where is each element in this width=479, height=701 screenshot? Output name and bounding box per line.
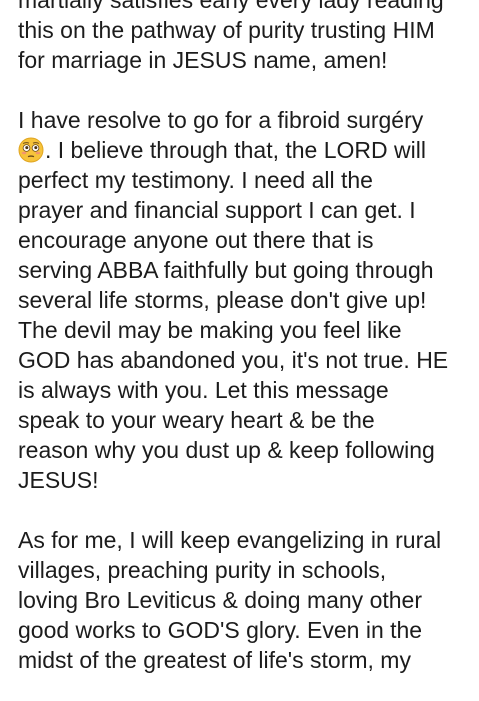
text-line: good works to GOD'S glory. Even in the bbox=[18, 617, 423, 643]
text-line: this on the pathway of purity trusting H… bbox=[18, 17, 435, 43]
text-segment: . I believe through that, the LORD will bbox=[45, 137, 426, 163]
text-line: The devil may be making you feel like bbox=[18, 317, 402, 343]
text-line: loving Bro Leviticus & doing many other bbox=[18, 587, 422, 613]
text-line: several life storms, please don't give u… bbox=[18, 287, 427, 313]
text-line: perfect my testimony. I need all the bbox=[18, 167, 373, 193]
text-line: speak to your weary heart & be the bbox=[18, 407, 375, 433]
text-line: is always with you. Let this message bbox=[18, 377, 389, 403]
text-line: As for me, I will keep evangelizing in r… bbox=[18, 527, 442, 553]
text-line: GOD has abandoned you, it's not true. HE bbox=[18, 347, 449, 373]
post-text: martially satisfies early every lady rea… bbox=[18, 0, 470, 675]
text-line: midst of the greatest of life's storm, m… bbox=[18, 647, 411, 673]
text-line: prayer and financial support I can get. … bbox=[18, 197, 416, 223]
text-line: for marriage in JESUS name, amen! bbox=[18, 47, 388, 73]
flushed-face-icon bbox=[18, 137, 44, 163]
text-line: JESUS! bbox=[18, 467, 99, 493]
text-line: serving ABBA faithfully but going throug… bbox=[18, 257, 434, 283]
text-line: encourage anyone out there that is bbox=[18, 227, 374, 253]
text-line: reason why you dust up & keep following bbox=[18, 437, 435, 463]
text-line-with-emoji: . I believe through that, the LORD will bbox=[18, 135, 470, 165]
text-line: villages, preaching purity in schools, bbox=[18, 557, 387, 583]
text-line: I have resolve to go for a fibroid surgé… bbox=[18, 107, 424, 133]
text-line: martially satisfies early every lady rea… bbox=[18, 0, 444, 13]
